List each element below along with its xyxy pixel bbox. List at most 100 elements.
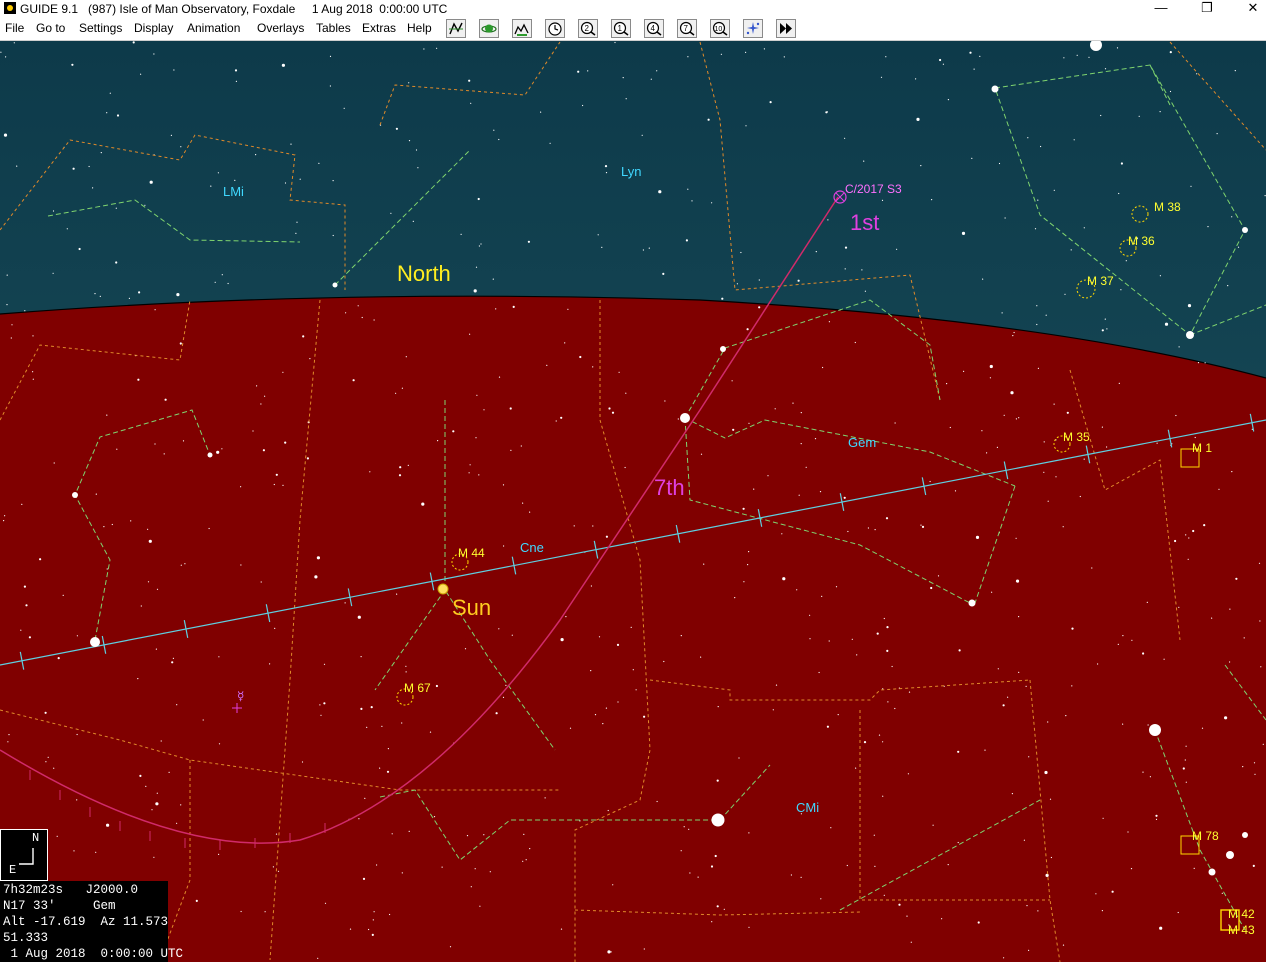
bright-star[interactable]	[720, 346, 726, 352]
star	[1178, 346, 1180, 348]
star	[256, 385, 258, 387]
zoom-4-button[interactable]: 4	[644, 19, 664, 38]
clock-button[interactable]	[545, 19, 565, 38]
star	[1101, 426, 1103, 428]
sky-chart[interactable]: ☿ LMi Lyn Gem Cne CMi M 38 M 36 M 37 M 3…	[0, 41, 1266, 962]
star	[1012, 335, 1014, 337]
star	[401, 722, 403, 724]
star	[821, 595, 823, 598]
star	[4, 515, 6, 517]
menu-tables[interactable]: Tables	[316, 21, 351, 35]
star	[886, 649, 889, 653]
bright-star[interactable]	[1149, 724, 1161, 736]
star	[1237, 246, 1240, 248]
menu-extras[interactable]: Extras	[362, 21, 396, 35]
star	[1118, 192, 1120, 195]
star	[469, 333, 471, 335]
bright-star[interactable]	[72, 492, 78, 498]
minimize-button[interactable]: —	[1138, 0, 1184, 18]
clock-icon	[548, 22, 562, 36]
star	[1106, 446, 1108, 448]
star	[417, 167, 419, 169]
star-sparkle-button[interactable]	[743, 19, 763, 38]
star	[412, 220, 414, 222]
star	[614, 41, 616, 44]
star	[931, 199, 933, 201]
star	[1053, 403, 1055, 405]
bright-star[interactable]	[1242, 832, 1248, 838]
bright-star[interactable]	[1226, 851, 1234, 859]
bright-star[interactable]	[968, 599, 976, 607]
bright-star[interactable]	[680, 413, 690, 423]
bright-star[interactable]	[991, 85, 999, 93]
star	[13, 42, 15, 44]
star	[71, 63, 74, 66]
star	[748, 926, 750, 928]
menu-display[interactable]: Display	[134, 21, 173, 35]
bright-star[interactable]	[207, 452, 213, 458]
star	[234, 179, 236, 181]
menu-settings[interactable]: Settings	[79, 21, 122, 35]
planet-button[interactable]	[479, 19, 499, 38]
messier-label-m1: M 1	[1192, 441, 1212, 455]
star	[758, 279, 760, 281]
bright-star[interactable]	[332, 282, 338, 288]
star	[240, 910, 242, 913]
star	[783, 56, 785, 58]
star	[1142, 771, 1144, 773]
star	[3, 520, 5, 522]
menu-goto[interactable]: Go to	[36, 21, 65, 35]
star	[937, 575, 940, 577]
star	[1131, 639, 1133, 641]
star	[648, 247, 650, 249]
chart-button[interactable]	[446, 19, 466, 38]
star	[656, 70, 658, 72]
star	[173, 69, 175, 71]
bright-star[interactable]	[1186, 331, 1194, 339]
menu-animation[interactable]: Animation	[187, 21, 240, 35]
telescope-button[interactable]	[512, 19, 532, 38]
star	[949, 426, 951, 429]
maximize-button[interactable]: ❐	[1184, 0, 1230, 18]
star	[797, 279, 800, 282]
star	[1207, 226, 1209, 228]
star	[602, 723, 604, 725]
zoom-1-button[interactable]: 1	[611, 19, 631, 38]
star	[979, 55, 981, 58]
star	[1015, 537, 1017, 539]
bright-star[interactable]	[1242, 227, 1248, 233]
star	[10, 337, 12, 339]
sun-marker[interactable]	[437, 583, 449, 595]
mercury-icon[interactable]: ☿	[237, 689, 244, 703]
bright-star[interactable]	[711, 813, 725, 827]
bright-star[interactable]	[1208, 868, 1216, 876]
star	[957, 841, 959, 844]
sky-chart-canvas[interactable]: ☿ LMi Lyn Gem Cne CMi M 38 M 36 M 37 M 3…	[0, 41, 1266, 962]
star	[1070, 249, 1072, 251]
star	[605, 707, 608, 709]
fast-forward-button[interactable]	[776, 19, 796, 38]
menu-file[interactable]: File	[5, 21, 24, 35]
star	[95, 851, 97, 853]
star	[908, 691, 911, 693]
star	[747, 564, 749, 566]
star	[470, 102, 472, 104]
zoom-10-button[interactable]: 10	[710, 19, 730, 38]
zoom-7-button[interactable]: 7	[677, 19, 697, 38]
menu-help[interactable]: Help	[407, 21, 432, 35]
star	[466, 835, 469, 837]
star	[31, 371, 34, 373]
star	[1229, 608, 1231, 610]
star	[861, 269, 863, 271]
star	[939, 58, 942, 62]
star	[632, 669, 634, 671]
star	[6, 274, 8, 276]
star	[130, 520, 132, 522]
menu-overlays[interactable]: Overlays	[257, 21, 304, 35]
star	[830, 827, 832, 829]
zoom-2-button[interactable]: 2	[578, 19, 598, 38]
star	[1130, 868, 1133, 870]
bright-star[interactable]	[90, 637, 100, 647]
close-button[interactable]: ✕	[1230, 0, 1266, 18]
star	[880, 76, 883, 78]
